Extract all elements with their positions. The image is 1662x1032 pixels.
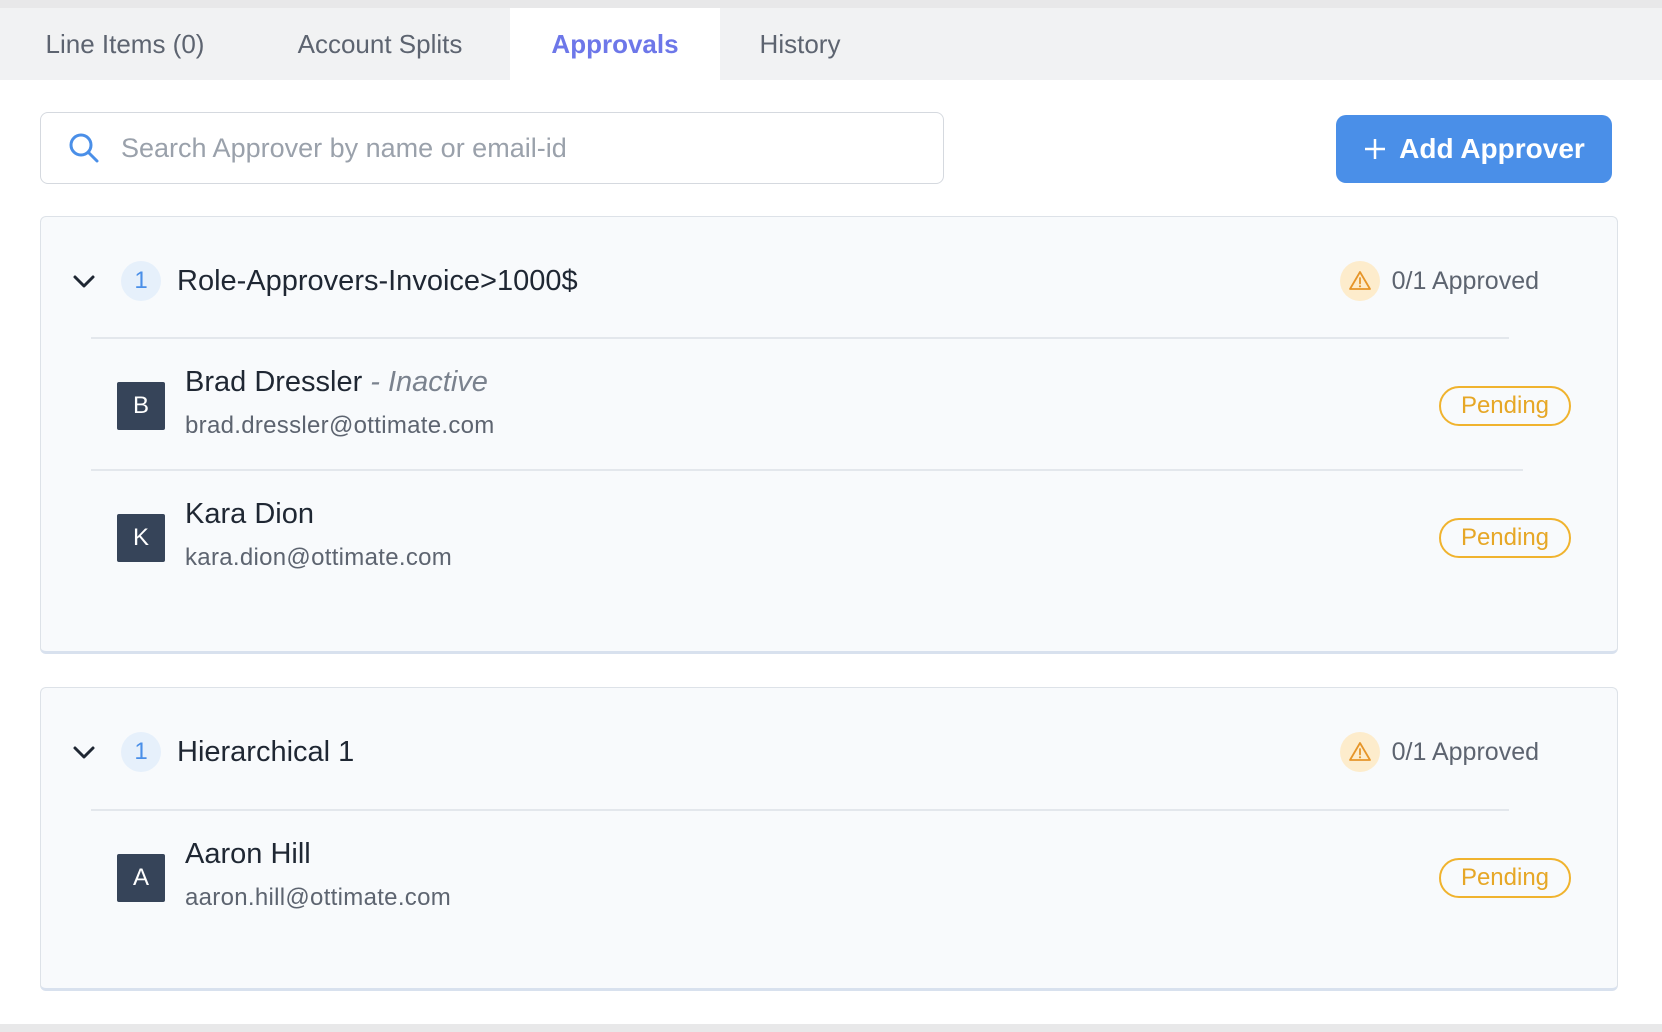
inactive-label: - Inactive [370, 366, 488, 398]
group-order-badge: 1 [121, 261, 161, 301]
approvals-panel: Line Items (0) Account Splits Approvals … [0, 8, 1662, 1024]
approved-count: 0/1 Approved [1391, 737, 1539, 766]
avatar: B [117, 382, 165, 430]
add-approver-button[interactable]: Add Approver [1336, 115, 1612, 183]
search-icon [67, 131, 101, 165]
group-status: 0/1 Approved [1339, 732, 1539, 772]
approver-row: A Aaron Hill aaron.hill@ottimate.com Pen… [41, 810, 1617, 942]
status-badge: Pending [1439, 518, 1571, 558]
status-badge: Pending [1439, 386, 1571, 426]
tab-bar: Line Items (0) Account Splits Approvals … [0, 8, 1662, 80]
avatar: A [117, 854, 165, 902]
approver-name: Brad Dressler - Inactive [185, 366, 488, 398]
approver-row: B Brad Dressler - Inactive brad.dressler@… [41, 338, 1617, 470]
approved-count: 0/1 Approved [1391, 266, 1539, 295]
group-status: 0/1 Approved [1339, 261, 1539, 301]
tab-account-splits[interactable]: Account Splits [250, 8, 510, 80]
approval-group: 1 Role-Approvers-Invoice>1000$ 0/1 Appro… [40, 216, 1618, 654]
group-header[interactable]: 1 Role-Approvers-Invoice>1000$ 0/1 Appro… [41, 217, 1617, 347]
group-order-badge: 1 [121, 732, 161, 772]
approver-email: aaron.hill@ottimate.com [185, 884, 452, 911]
group-header[interactable]: 1 Hierarchical 1 0/1 Approved [41, 688, 1617, 818]
approver-name: Kara Dion [185, 498, 314, 530]
warning-icon [1339, 261, 1380, 301]
approver-name: Aaron Hill [185, 838, 311, 870]
status-badge: Pending [1439, 858, 1571, 898]
group-title: Role-Approvers-Invoice>1000$ [177, 265, 578, 297]
tab-history[interactable]: History [720, 8, 880, 80]
plus-icon [1363, 137, 1387, 161]
group-title: Hierarchical 1 [177, 736, 355, 768]
approver-row: K Kara Dion kara.dion@ottimate.com Pendi… [41, 470, 1617, 602]
approver-email: brad.dressler@ottimate.com [185, 412, 495, 439]
search-box[interactable] [40, 112, 944, 184]
approver-email: kara.dion@ottimate.com [185, 544, 453, 571]
tab-line-items[interactable]: Line Items (0) [0, 8, 250, 80]
avatar: K [117, 514, 165, 562]
add-approver-label: Add Approver [1399, 133, 1585, 164]
chevron-down-icon[interactable] [69, 267, 99, 297]
chevron-down-icon[interactable] [69, 738, 99, 768]
tab-approvals[interactable]: Approvals [510, 8, 720, 80]
warning-icon [1339, 732, 1380, 772]
approval-group: 1 Hierarchical 1 0/1 Approved A Aaron Hi… [40, 687, 1618, 991]
search-input[interactable] [121, 132, 943, 164]
